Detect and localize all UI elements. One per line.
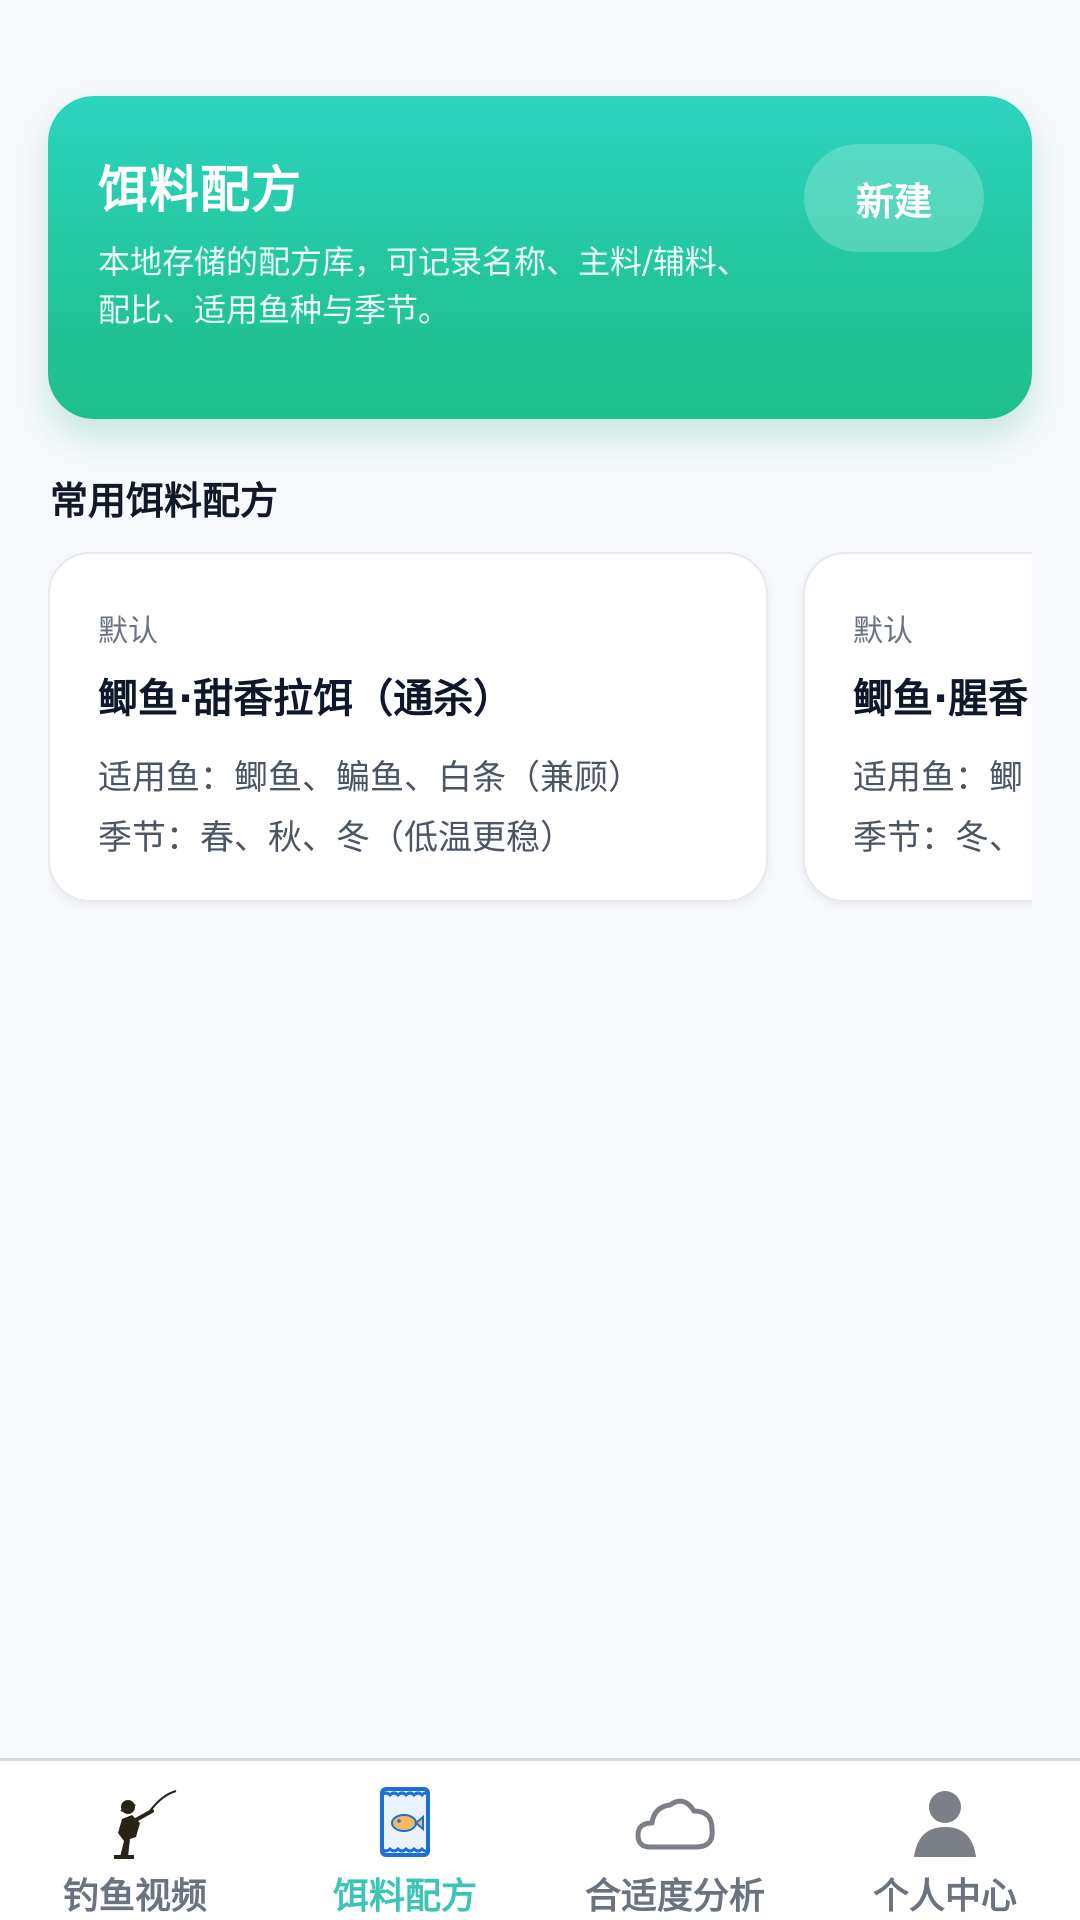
new-recipe-button[interactable]: 新建 <box>804 144 984 252</box>
page-description: 本地存储的配方库，可记录名称、主料/辅料、配比、适用鱼种与季节。 <box>98 243 749 329</box>
cloud-icon <box>635 1798 715 1850</box>
recipe-tag: 默认 <box>853 614 913 649</box>
page-title: 饵料配方 <box>98 161 302 219</box>
bait-recipes-screen: 饵料配方 本地存储的配方库，可记录名称、主料/辅料、配比、适用鱼种与季节。 新建… <box>0 0 1080 1920</box>
recipe-fish: 适用鱼：鲫 <box>853 758 1023 798</box>
tab-label: 钓鱼视频 <box>62 1876 207 1917</box>
recipe-carousel[interactable]: 默认 鲫鱼·甜香拉饵（通杀） 适用鱼：鲫鱼、鳊鱼、白条（兼顾） 季节：春、秋、冬… <box>48 550 1032 910</box>
recipe-season: 季节：冬、 <box>853 818 1023 858</box>
recipe-name: 鲫鱼·甜香拉饵（通杀） <box>98 676 514 722</box>
section-title: 常用饵料配方 <box>50 479 279 523</box>
recipe-name: 鲫鱼·腥香 <box>853 676 1029 722</box>
recipe-season: 季节：春、秋、冬（低温更稳） <box>98 818 574 858</box>
bottom-tab-bar: 钓鱼视频 饵料配方 合适度分析 个人中心 <box>0 1758 1080 1920</box>
recipe-card[interactable]: 默认 鲫鱼·甜香拉饵（通杀） 适用鱼：鲫鱼、鳊鱼、白条（兼顾） 季节：春、秋、冬… <box>48 552 768 902</box>
tab-bait-recipes[interactable]: 饵料配方 <box>270 1761 540 1920</box>
recipe-card[interactable]: 默认 鲫鱼·腥香 适用鱼：鲫 季节：冬、 <box>803 552 1032 902</box>
tab-fishing-videos[interactable]: 钓鱼视频 <box>0 1761 270 1920</box>
fisherman-icon <box>114 1790 177 1859</box>
header-card: 饵料配方 本地存储的配方库，可记录名称、主料/辅料、配比、适用鱼种与季节。 新建 <box>48 96 1032 419</box>
tab-label: 饵料配方 <box>332 1876 477 1917</box>
recipe-fish: 适用鱼：鲫鱼、鳊鱼、白条（兼顾） <box>98 758 642 798</box>
bait-bag-icon <box>380 1787 430 1857</box>
person-icon <box>914 1791 976 1857</box>
tab-profile[interactable]: 个人中心 <box>810 1761 1080 1920</box>
tab-label: 个人中心 <box>872 1876 1017 1917</box>
recipe-tag: 默认 <box>98 614 158 649</box>
tab-suitability-analysis[interactable]: 合适度分析 <box>540 1761 810 1920</box>
tab-label: 合适度分析 <box>584 1876 765 1917</box>
